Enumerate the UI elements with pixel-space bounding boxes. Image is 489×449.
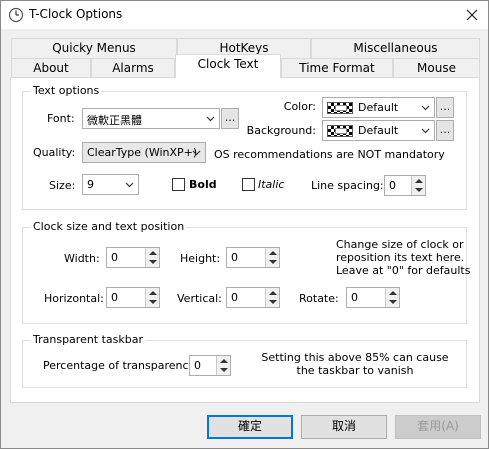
- spin-up-icon[interactable]: [415, 178, 423, 184]
- font-label: Font:: [47, 112, 75, 125]
- spin-down-icon[interactable]: [269, 299, 277, 305]
- size-select[interactable]: 9: [82, 174, 139, 195]
- transparency-spinner[interactable]: 0: [189, 355, 231, 376]
- transparency-value: 0: [194, 359, 201, 372]
- vertical-spinner[interactable]: 0: [226, 287, 280, 308]
- spin-up-icon[interactable]: [149, 250, 157, 256]
- close-icon[interactable]: [462, 5, 482, 25]
- spin-up-icon[interactable]: [269, 290, 277, 296]
- bold-checkbox[interactable]: [172, 178, 185, 191]
- background-label: Background:: [246, 124, 316, 137]
- clock-text-panel: Text options Font: 微軟正黑體 ... Color: Defa…: [10, 77, 480, 403]
- spinner-arrows[interactable]: [265, 288, 279, 307]
- font-select[interactable]: 微軟正黑體: [82, 108, 220, 129]
- quality-label: Quality:: [33, 146, 76, 159]
- spinner-arrows[interactable]: [265, 248, 279, 267]
- window-title: T-Clock Options: [29, 7, 123, 21]
- spinner-arrows[interactable]: [216, 356, 230, 375]
- width-label: Width:: [64, 252, 100, 265]
- line-spacing-spinner[interactable]: 0: [384, 175, 426, 196]
- quality-value: ClearType (WinXP+): [87, 146, 198, 159]
- color-swatch: [327, 102, 353, 114]
- spin-up-icon[interactable]: [269, 250, 277, 256]
- size-value: 9: [87, 178, 94, 191]
- font-browse-button[interactable]: ...: [221, 108, 239, 129]
- background-browse-button[interactable]: ...: [436, 120, 454, 141]
- color-label: Color:: [283, 100, 316, 113]
- transparent-taskbar-title: Transparent taskbar: [31, 333, 146, 346]
- chevron-down-icon: [192, 150, 201, 156]
- font-value: 微軟正黑體: [87, 114, 142, 127]
- line-spacing-label: Line spacing:: [311, 179, 384, 192]
- spinner-arrows[interactable]: [385, 288, 399, 307]
- spin-up-icon[interactable]: [389, 290, 397, 296]
- transparency-note-2: the taskbar to vanish: [296, 364, 414, 377]
- tab-miscellaneous[interactable]: Miscellaneous: [311, 38, 480, 58]
- tab-clock-text[interactable]: Clock Text: [175, 54, 281, 78]
- spin-down-icon[interactable]: [220, 367, 228, 373]
- tab-alarms[interactable]: Alarms: [91, 58, 175, 78]
- spin-down-icon[interactable]: [149, 259, 157, 265]
- clock-size-note-3: Leave at "0" for defaults: [336, 264, 471, 277]
- spinner-arrows[interactable]: [411, 176, 425, 195]
- line-spacing-value: 0: [389, 179, 396, 192]
- clock-icon: [8, 7, 24, 23]
- title-bar: T-Clock Options: [1, 1, 488, 29]
- quality-select[interactable]: ClearType (WinXP+): [82, 142, 206, 163]
- chevron-down-icon: [421, 105, 430, 111]
- text-options-title: Text options: [31, 84, 102, 97]
- height-label: Height:: [180, 252, 221, 265]
- size-label: Size:: [49, 179, 76, 192]
- spin-down-icon[interactable]: [269, 259, 277, 265]
- clock-size-note-2: reposition its text here.: [336, 251, 465, 264]
- rotate-label: Rotate:: [299, 292, 339, 305]
- background-swatch: [327, 125, 353, 137]
- bold-label: Bold: [189, 178, 217, 191]
- chevron-down-icon: [206, 116, 215, 122]
- rotate-spinner[interactable]: 0: [346, 287, 400, 308]
- vertical-value: 0: [231, 291, 238, 304]
- tab-about[interactable]: About: [11, 58, 91, 78]
- italic-label: Italic: [258, 178, 285, 191]
- color-browse-button[interactable]: ...: [436, 97, 454, 118]
- options-window: T-Clock Options Quicky Menus HotKeys Mis…: [0, 0, 489, 449]
- color-value: Default: [358, 101, 399, 114]
- transparency-label: Percentage of transparency:: [43, 359, 198, 372]
- spinner-arrows[interactable]: [145, 248, 159, 267]
- horizontal-value: 0: [111, 291, 118, 304]
- clock-size-title: Clock size and text position: [31, 220, 187, 233]
- spin-down-icon[interactable]: [415, 187, 423, 193]
- tab-time-format[interactable]: Time Format: [281, 58, 393, 78]
- color-select[interactable]: Default: [322, 97, 435, 118]
- height-spinner[interactable]: 0: [226, 247, 280, 268]
- chevron-down-icon: [125, 182, 134, 188]
- background-select[interactable]: Default: [322, 120, 435, 141]
- horizontal-spinner[interactable]: 0: [106, 287, 160, 308]
- transparency-note-1: Setting this above 85% can cause: [261, 351, 449, 364]
- chevron-down-icon: [421, 128, 430, 134]
- apply-button[interactable]: 套用(A): [395, 415, 481, 439]
- spin-up-icon[interactable]: [220, 358, 228, 364]
- width-spinner[interactable]: 0: [106, 247, 160, 268]
- width-value: 0: [111, 251, 118, 264]
- italic-checkbox[interactable]: [242, 178, 255, 191]
- spin-up-icon[interactable]: [149, 290, 157, 296]
- vertical-label: Vertical:: [177, 292, 222, 305]
- cancel-button[interactable]: 取消: [301, 415, 387, 439]
- horizontal-label: Horizontal:: [44, 292, 104, 305]
- quality-note: OS recommendations are NOT mandatory: [214, 148, 445, 161]
- spin-down-icon[interactable]: [389, 299, 397, 305]
- spin-down-icon[interactable]: [149, 299, 157, 305]
- rotate-value: 0: [351, 291, 358, 304]
- ok-button[interactable]: 確定: [207, 415, 293, 439]
- background-value: Default: [358, 124, 399, 137]
- height-value: 0: [231, 251, 238, 264]
- clock-size-note-1: Change size of clock or: [336, 238, 464, 251]
- tab-quicky-menus[interactable]: Quicky Menus: [11, 38, 177, 58]
- tab-mouse[interactable]: Mouse: [393, 58, 480, 78]
- spinner-arrows[interactable]: [145, 288, 159, 307]
